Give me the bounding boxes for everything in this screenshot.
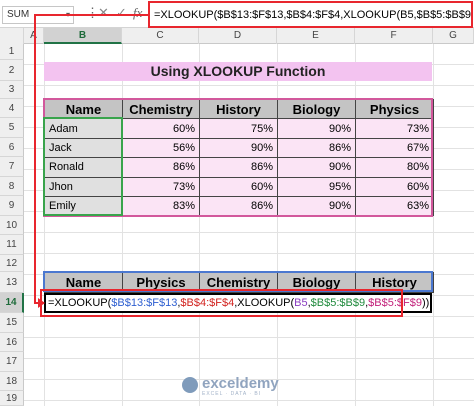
table-cell[interactable]: 90% <box>199 137 278 159</box>
row-header[interactable]: 17 <box>0 352 24 372</box>
table-cell[interactable]: 86% <box>199 157 278 178</box>
annotation-connector <box>34 14 150 16</box>
annotation-connector <box>34 14 36 304</box>
table-cell[interactable]: 86% <box>199 195 278 217</box>
table-cell[interactable]: 60% <box>355 176 434 197</box>
table-cell[interactable]: 95% <box>277 176 356 197</box>
confirm-icon[interactable]: ✓ <box>116 5 127 21</box>
formula-part: )) <box>422 297 430 309</box>
row-header[interactable]: 10 <box>0 216 24 235</box>
table-cell[interactable]: 73% <box>122 176 200 197</box>
column-header[interactable]: B <box>44 28 122 44</box>
table-cell[interactable]: 83% <box>122 195 200 217</box>
row-header[interactable]: 19 <box>0 391 24 406</box>
name-box-value: SUM <box>7 9 30 20</box>
scores-table: Name Chemistry History Biology Physics A… <box>44 98 434 217</box>
row-header[interactable]: 9 <box>0 196 24 216</box>
table-row: Jhon 73% 60% 95% 60% <box>44 176 434 197</box>
formula-ref: B5 <box>294 297 308 309</box>
table-header-row: Name Physics Chemistry Biology History <box>44 272 434 293</box>
table-cell[interactable]: 60% <box>122 118 200 139</box>
function-icon[interactable]: fx <box>133 5 142 21</box>
formula-input[interactable]: =XLOOKUP($B$13:$F$13,$B$4:$F$4,XLOOKUP(B… <box>148 1 473 28</box>
page-title: Using XLOOKUP Function <box>44 62 432 81</box>
formula-ref: $B$5:$F$9 <box>368 297 422 309</box>
active-cell-editor[interactable]: =XLOOKUP($B$13:$F$13,$B$4:$F$4,XLOOKUP(B… <box>44 293 432 313</box>
formula-text: =XLOOKUP($B$13:$F$13,$B$4:$F$4,XLOOKUP(B… <box>154 9 472 21</box>
table-header-cell[interactable]: Biology <box>277 98 356 120</box>
row-header[interactable]: 6 <box>0 138 24 157</box>
table-header-cell[interactable]: Physics <box>355 98 434 120</box>
table-cell[interactable]: Ronald <box>44 157 123 178</box>
table-cell[interactable]: 56% <box>122 137 200 159</box>
row-header[interactable]: 12 <box>0 255 24 272</box>
select-all-corner[interactable] <box>0 28 24 44</box>
table-row: Adam 60% 75% 90% 73% <box>44 118 434 139</box>
table-row: Ronald 86% 86% 90% 80% <box>44 157 434 178</box>
table-header-row: Name Chemistry History Biology Physics <box>44 98 434 120</box>
table-cell[interactable]: 90% <box>277 195 356 217</box>
table-cell[interactable]: 86% <box>122 157 200 178</box>
column-headers: A B C D E F G <box>0 28 474 44</box>
table-cell[interactable]: 67% <box>355 137 434 159</box>
row-header[interactable]: 2 <box>0 60 24 81</box>
row-header[interactable]: 11 <box>0 235 24 255</box>
table-cell[interactable]: 73% <box>355 118 434 139</box>
table-header-cell[interactable]: Biology <box>277 272 356 293</box>
column-header[interactable]: C <box>122 28 199 44</box>
row-header[interactable]: 18 <box>0 372 24 391</box>
arrow-head-icon <box>38 298 45 308</box>
formula-part: ,XLOOKUP( <box>234 297 295 309</box>
column-header[interactable]: E <box>277 28 355 44</box>
lookup-table: Name Physics Chemistry Biology History <box>44 272 434 293</box>
table-cell[interactable]: 75% <box>199 118 278 139</box>
table-cell[interactable]: Emily <box>44 195 123 217</box>
row-header[interactable]: 4 <box>0 99 24 118</box>
table-header-cell[interactable]: History <box>199 98 278 120</box>
watermark: exceldemy EXCEL · DATA · BI <box>182 373 322 399</box>
column-header[interactable]: F <box>355 28 433 44</box>
table-header-cell[interactable]: Physics <box>122 272 200 293</box>
row-header[interactable]: 1 <box>0 44 24 60</box>
table-cell[interactable]: 86% <box>277 137 356 159</box>
row-header[interactable]: 8 <box>0 177 24 196</box>
table-header-cell[interactable]: Chemistry <box>199 272 278 293</box>
table-cell[interactable]: 90% <box>277 157 356 178</box>
formula-ref: $B$4:$F$4 <box>180 297 235 309</box>
row-header[interactable]: 14 <box>0 293 24 313</box>
row-header[interactable]: 13 <box>0 272 24 293</box>
table-cell[interactable]: 60% <box>199 176 278 197</box>
column-header[interactable]: D <box>199 28 277 44</box>
table-cell[interactable]: Adam <box>44 118 123 139</box>
table-header-cell[interactable]: Name <box>44 98 123 120</box>
watermark-tagline: EXCEL · DATA · BI <box>202 391 262 397</box>
table-cell[interactable]: 63% <box>355 195 434 217</box>
formula-ref: $B$5:$B$9 <box>310 297 366 309</box>
row-header[interactable]: 3 <box>0 81 24 99</box>
table-header-cell[interactable]: History <box>355 272 434 293</box>
row-header[interactable]: 16 <box>0 333 24 352</box>
watermark-name: exceldemy <box>202 375 279 392</box>
exceldemy-logo-icon <box>182 377 198 393</box>
formula-ref: $B$13:$F$13 <box>111 297 178 309</box>
table-header-cell[interactable]: Name <box>44 272 123 293</box>
table-header-cell[interactable]: Chemistry <box>122 98 200 120</box>
table-cell[interactable]: 90% <box>277 118 356 139</box>
cancel-icon[interactable]: ✕ <box>98 5 109 21</box>
row-header[interactable]: 15 <box>0 313 24 333</box>
row-header[interactable]: 7 <box>0 157 24 177</box>
row-header[interactable]: 5 <box>0 118 24 138</box>
table-cell[interactable]: 80% <box>355 157 434 178</box>
table-row: Emily 83% 86% 90% 63% <box>44 195 434 217</box>
table-row: Jack 56% 90% 86% 67% <box>44 137 434 159</box>
table-cell[interactable]: Jack <box>44 137 123 159</box>
formula-part: =XLOOKUP( <box>48 297 112 309</box>
column-header[interactable]: G <box>433 28 474 44</box>
table-cell[interactable]: Jhon <box>44 176 123 197</box>
